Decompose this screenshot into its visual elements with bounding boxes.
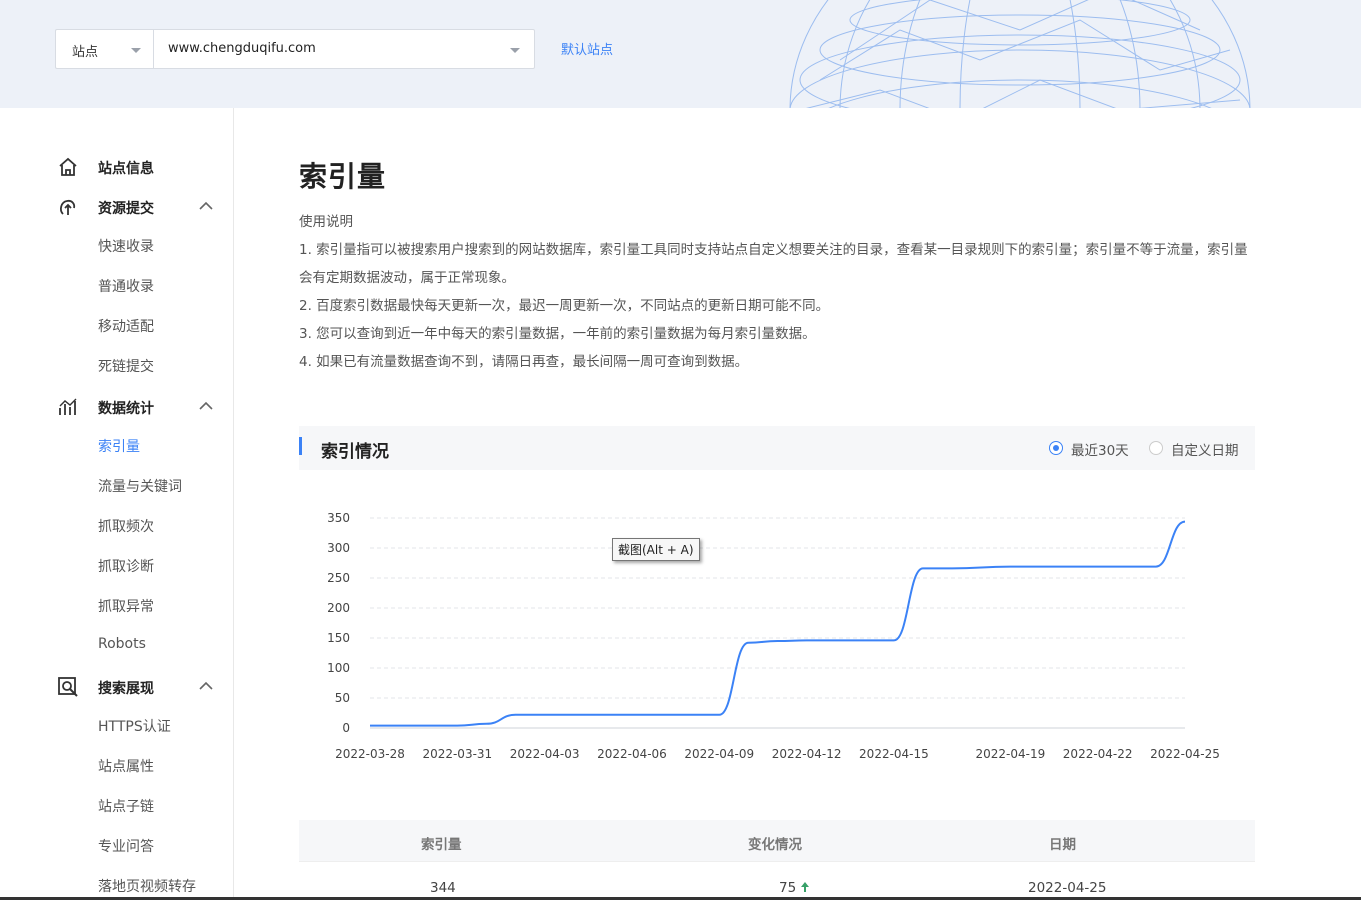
sidebar-group-label: 站点信息 [98,161,154,177]
domain-value: www.chengduqifu.com [168,41,316,56]
sidebar-item-mobile-adapt[interactable]: 移动适配 [98,316,154,336]
sidebar-group-label: 资源提交 [98,201,154,217]
radio-dot-icon [1149,441,1163,455]
sidebar-item-traffic-keywords[interactable]: 流量与关键词 [98,476,182,496]
y-tick-label: 200 [327,601,350,615]
instruction-line: 1. 索引量指可以被搜索用户搜索到的网站数据库，索引量工具同时支持站点自定义想要… [299,242,1248,286]
table-cell-change: 75 [779,880,810,896]
y-tick-label: 250 [327,571,350,585]
sidebar-group-data-stats[interactable]: 数据统计 [0,392,234,422]
radio-dot-icon [1049,441,1063,455]
y-tick-label: 300 [327,541,350,555]
sidebar-item-https[interactable]: HTTPS认证 [98,716,171,736]
index-volume-chart: 0 50 100 150 200 250 300 350 2022-03-28 2022-03-3… [327,511,1220,761]
index-volume-line [370,520,1186,727]
radio-label: 自定义日期 [1171,443,1239,459]
screenshot-tooltip: 截图(Alt + A) [612,538,700,561]
instruction-line: 2. 百度索引数据最快每天更新一次，最迟一周更新一次，不同站点的更新日期可能不同… [299,298,830,314]
section-accent-bar [299,437,302,455]
submit-icon [60,199,76,215]
chevron-up-icon[interactable] [198,198,214,214]
sidebar-item-crawl-errors[interactable]: 抓取异常 [98,596,154,616]
instruction-line: 4. 如果已有流量数据查询不到，请隔日再查，最长间隔一周可查询到数据。 [299,354,749,370]
index-status-header: 索引情况 最近30天 自定义日期 [299,426,1255,470]
arrow-up-icon [801,882,810,892]
y-tick-label: 100 [327,661,350,675]
sidebar-group-label: 数据统计 [98,401,154,417]
y-tick-label: 350 [327,511,350,525]
sidebar-item-normal-index[interactable]: 普通收录 [98,276,154,296]
column-header-count: 索引量 [421,837,462,853]
chevron-down-icon [510,48,520,53]
y-tick-label: 50 [335,691,350,705]
column-header-date: 日期 [1049,837,1076,853]
usage-instructions: 使用说明 1. 索引量指可以被搜索用户搜索到的网站数据库，索引量工具同时支持站点… [299,208,1255,376]
index-volume-table: 索引量 变化情况 日期 344 75 2022-04-25 [299,820,1255,896]
sidebar-group-search-display[interactable]: 搜索展现 [0,672,234,702]
x-tick-label: 2022-03-31 [422,747,492,761]
table-header: 索引量 变化情况 日期 [299,820,1255,862]
change-value: 75 [779,880,797,896]
radio-last-30-days[interactable]: 最近30天 [1049,438,1139,459]
column-header-change: 变化情况 [748,837,802,853]
search-display-icon [58,677,78,697]
x-tick-label: 2022-04-12 [772,747,842,761]
globe-decoration-icon [789,0,1251,108]
page-title: 索引量 [299,160,387,193]
sidebar-item-site-attributes[interactable]: 站点属性 [98,756,154,776]
site-type-select[interactable]: 站点 [55,29,153,69]
instructions-heading: 使用说明 [299,214,353,230]
stats-icon [59,398,77,415]
x-tick-label: 2022-04-19 [975,747,1045,761]
top-bar: 站点 www.chengduqifu.com 默认站点 [0,0,1361,108]
x-tick-label: 2022-04-09 [684,747,754,761]
radio-label: 最近30天 [1071,443,1129,459]
default-site-link[interactable]: 默认站点 [561,39,613,58]
sidebar-item-deadlink-submit[interactable]: 死链提交 [98,356,154,376]
sidebar-group-site-info[interactable]: 站点信息 [0,152,234,182]
sidebar-item-crawl-diagnosis[interactable]: 抓取诊断 [98,556,154,576]
chevron-down-icon [131,48,141,53]
x-tick-label: 2022-04-25 [1150,747,1220,761]
y-tick-label: 0 [342,721,350,735]
sidebar-group-resource-submit[interactable]: 资源提交 [0,192,234,222]
sidebar-item-video-transfer[interactable]: 落地页视频转存 [98,876,196,896]
sidebar-group-label: 搜索展现 [98,681,154,697]
section-title: 索引情况 [321,442,389,462]
x-tick-label: 2022-03-28 [335,747,405,761]
x-tick-label: 2022-04-22 [1063,747,1133,761]
sidebar-item-qa[interactable]: 专业问答 [98,836,154,856]
x-tick-label: 2022-04-03 [510,747,580,761]
chevron-up-icon[interactable] [198,398,214,414]
sidebar-item-index-volume[interactable]: 索引量 [98,436,140,456]
table-cell-date: 2022-04-25 [1028,880,1107,896]
instruction-line: 3. 您可以查询到近一年中每天的索引量数据，一年前的索引量数据为每月索引量数据。 [299,326,816,342]
domain-select[interactable]: www.chengduqifu.com [153,29,535,69]
sidebar-item-sitelinks[interactable]: 站点子链 [98,796,154,816]
sidebar-item-fast-index[interactable]: 快速收录 [98,236,154,256]
x-tick-label: 2022-04-15 [859,747,929,761]
sidebar-item-robots[interactable]: Robots [98,636,146,652]
y-tick-label: 150 [327,631,350,645]
radio-custom-date[interactable]: 自定义日期 [1149,438,1249,459]
site-type-label: 站点 [72,45,99,60]
home-icon [59,157,77,176]
chevron-up-icon[interactable] [198,678,214,694]
sidebar: 站点信息 资源提交 快速收录 普通收录 移动适配 死链提交 数据统计 索引量 流… [0,108,234,900]
x-tick-label: 2022-04-06 [597,747,667,761]
table-cell-count: 344 [430,880,456,896]
sidebar-item-crawl-frequency[interactable]: 抓取频次 [98,516,154,536]
